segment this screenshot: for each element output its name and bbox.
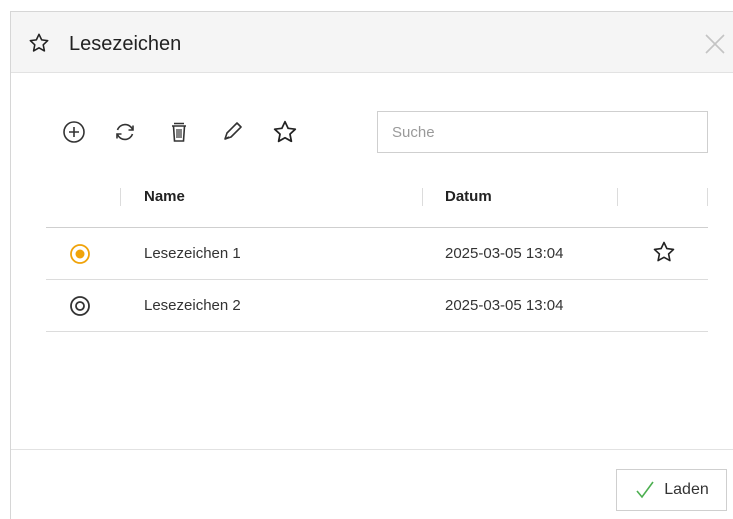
refresh-icon[interactable] [112, 119, 138, 145]
search-input[interactable] [377, 111, 708, 153]
radio-selected-icon[interactable] [68, 242, 92, 266]
column-header-date: Datum [445, 188, 492, 205]
pencil-icon[interactable] [219, 119, 245, 145]
plus-circle-icon[interactable] [61, 119, 87, 145]
trash-icon[interactable] [166, 119, 192, 145]
close-icon[interactable] [704, 33, 726, 55]
column-header-name: Name [144, 188, 185, 205]
column-separator [617, 188, 618, 206]
bookmarks-dialog: Lesezeichen Name Datum Le [10, 11, 733, 519]
column-separator [707, 188, 708, 206]
bookmarks-table: Name Datum Lesezeichen 1 2025-03-05 13:0… [46, 176, 708, 332]
checkmark-icon [636, 481, 654, 499]
dialog-titlebar: Lesezeichen [11, 12, 733, 73]
star-outline-icon[interactable] [652, 240, 676, 264]
table-row[interactable]: Lesezeichen 1 2025-03-05 13:04 [46, 228, 708, 280]
bookmark-name: Lesezeichen 1 [144, 245, 241, 262]
table-header: Name Datum [46, 176, 708, 228]
dialog-title: Lesezeichen [69, 33, 182, 55]
bookmark-name: Lesezeichen 2 [144, 297, 241, 314]
table-row[interactable]: Lesezeichen 2 2025-03-05 13:04 [46, 280, 708, 332]
column-separator [422, 188, 423, 206]
radio-unselected-icon[interactable] [68, 294, 92, 318]
star-outline-icon[interactable] [272, 119, 298, 145]
load-button[interactable]: Laden [616, 469, 727, 511]
bookmark-date: 2025-03-05 13:04 [445, 245, 564, 262]
load-button-label: Laden [664, 481, 709, 498]
column-separator [120, 188, 121, 206]
footer-divider [11, 449, 733, 450]
star-outline-icon [28, 32, 50, 54]
bookmark-date: 2025-03-05 13:04 [445, 297, 564, 314]
